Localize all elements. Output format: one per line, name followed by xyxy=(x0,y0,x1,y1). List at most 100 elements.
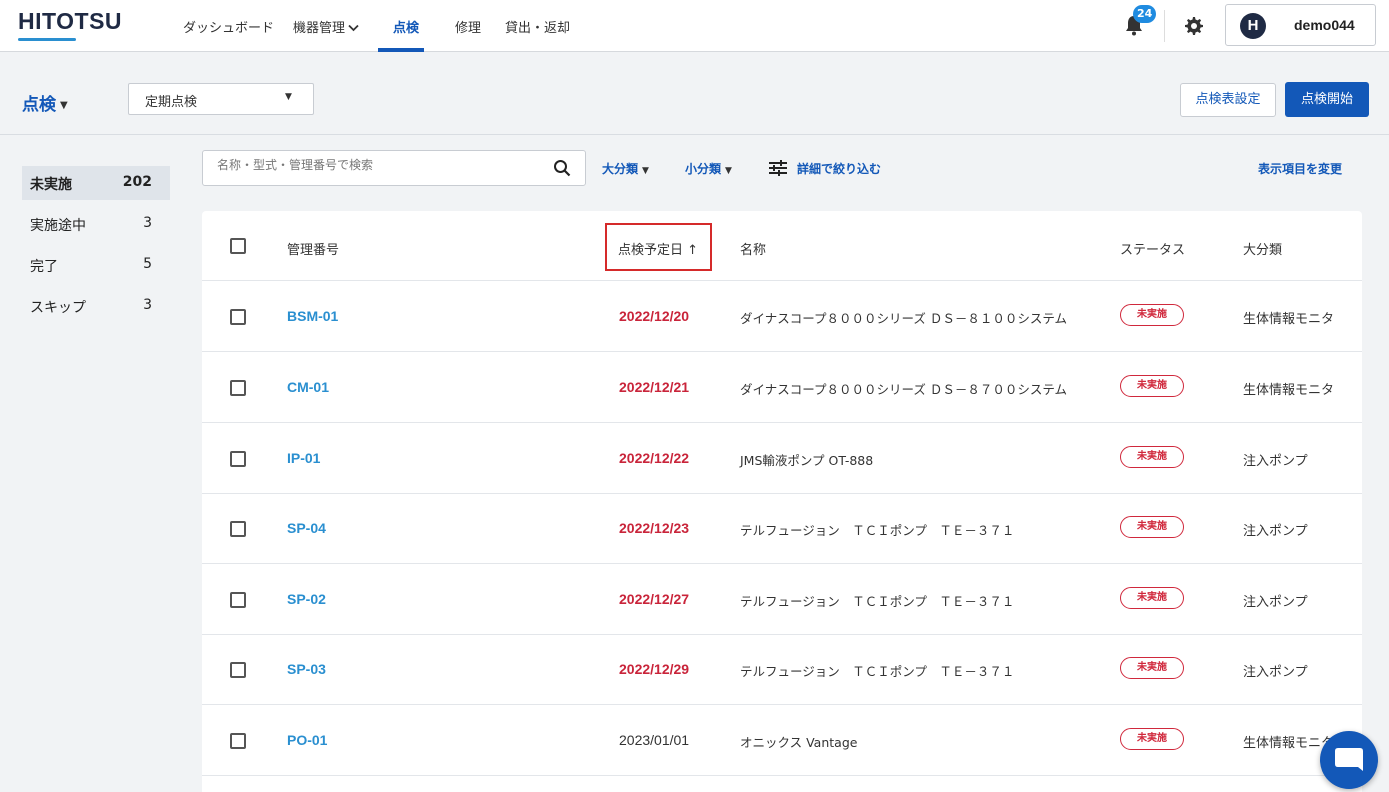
select-all-checkbox[interactable] xyxy=(230,238,246,254)
status-badge: 未実施 xyxy=(1120,728,1184,750)
sidebar-item-count: 3 xyxy=(143,297,152,313)
sidebar-item-completed[interactable]: 完了 5 xyxy=(22,248,170,282)
search-icon[interactable] xyxy=(553,159,571,177)
inspection-table: 管理番号 点検予定日 ↑ 名称 ステータス 大分類 BSM-01 2022/12… xyxy=(202,211,1362,792)
equipment-name: テルフュージョン ＴＣＩポンプ ＴＥ－３７１ xyxy=(740,594,1015,609)
scheduled-date: 2023/01/01 xyxy=(619,732,690,748)
sidebar-item-not-started[interactable]: 未実施 202 xyxy=(22,166,170,200)
sidebar-item-label: 完了 xyxy=(30,259,58,275)
table-row[interactable]: BSM-01 2022/12/20 ダイナスコープ８０００シリーズ ＤＳ－８１０… xyxy=(202,281,1362,352)
avatar: H xyxy=(1240,13,1266,39)
inspection-sheet-settings-button[interactable]: 点検表設定 xyxy=(1180,83,1276,117)
sort-arrow-icon: ↑ xyxy=(687,243,699,258)
scheduled-date: 2022/12/21 xyxy=(619,379,690,395)
category: 注入ポンプ xyxy=(1243,595,1308,610)
sidebar-item-skipped[interactable]: スキップ 3 xyxy=(22,289,170,323)
nav-equipment[interactable]: 機器管理 xyxy=(293,17,359,36)
row-checkbox[interactable] xyxy=(230,592,246,608)
sidebar-item-count: 202 xyxy=(122,174,152,190)
chevron-down-icon xyxy=(348,22,359,35)
mgmt-no-link[interactable]: PO-01 xyxy=(287,732,327,748)
mgmt-no-link[interactable]: SP-04 xyxy=(287,520,326,536)
chat-support-button[interactable] xyxy=(1320,731,1378,789)
chat-bubble-icon xyxy=(1335,748,1363,771)
row-checkbox[interactable] xyxy=(230,309,246,325)
row-checkbox[interactable] xyxy=(230,662,246,678)
row-checkbox[interactable] xyxy=(230,451,246,467)
gear-icon[interactable] xyxy=(1184,16,1204,36)
search-input[interactable] xyxy=(217,158,547,172)
table-row[interactable]: SP-04 2022/12/23 テルフュージョン ＴＣＩポンプ ＴＥ－３７１ … xyxy=(202,493,1362,564)
user-name: demo044 xyxy=(1294,17,1355,33)
status-badge: 未実施 xyxy=(1120,657,1184,679)
status-badge: 未実施 xyxy=(1120,446,1184,468)
major-category-filter[interactable]: 大分類 ▼ xyxy=(602,160,649,177)
caret-down-icon: ▼ xyxy=(285,92,292,102)
category: 注入ポンプ xyxy=(1243,524,1308,539)
sidebar-item-label: スキップ xyxy=(30,300,86,316)
caret-down-icon: ▼ xyxy=(60,100,68,111)
row-checkbox[interactable] xyxy=(230,733,246,749)
divider xyxy=(1164,10,1165,42)
category: 生体情報モニタ xyxy=(1243,312,1335,327)
tune-icon[interactable] xyxy=(768,160,788,176)
start-inspection-button[interactable]: 点検開始 xyxy=(1285,82,1369,117)
scheduled-date: 2022/12/20 xyxy=(619,308,690,324)
category: 生体情報モニタ xyxy=(1243,383,1335,398)
header-mgmt-no[interactable]: 管理番号 xyxy=(287,239,339,258)
equipment-name: ダイナスコープ８０００シリーズ ＤＳ－８１００システム xyxy=(740,311,1067,326)
header-name[interactable]: 名称 xyxy=(740,239,766,258)
mgmt-no-link[interactable]: BSM-01 xyxy=(287,308,338,324)
minor-category-label: 小分類 xyxy=(685,162,722,176)
detail-filter-button[interactable]: 詳細で絞り込む xyxy=(797,160,881,177)
top-nav-bar: HITOTSU ダッシュボード 機器管理 点検 修理 貸出・返却 24 H de… xyxy=(0,0,1389,52)
header-scheduled-date[interactable]: 点検予定日 ↑ xyxy=(618,239,698,258)
nav-equipment-label: 機器管理 xyxy=(293,21,346,36)
notification-badge: 24 xyxy=(1133,5,1157,23)
sidebar-item-label: 実施途中 xyxy=(30,218,86,234)
change-columns-link[interactable]: 表示項目を変更 xyxy=(1258,160,1342,177)
inspection-type-value: 定期点検 xyxy=(145,95,198,110)
nav-lending[interactable]: 貸出・返却 xyxy=(505,17,570,36)
minor-category-filter[interactable]: 小分類 ▼ xyxy=(685,160,732,177)
sidebar-item-count: 3 xyxy=(143,215,152,231)
category: 注入ポンプ xyxy=(1243,665,1308,680)
page-header: 点検 ▼ 定期点検 ▼ 点検表設定 点検開始 xyxy=(0,53,1389,135)
equipment-name: テルフュージョン ＴＣＩポンプ ＴＥ－３７１ xyxy=(740,523,1015,538)
header-category[interactable]: 大分類 xyxy=(1243,239,1282,258)
nav-repair[interactable]: 修理 xyxy=(455,17,481,36)
mgmt-no-link[interactable]: SP-03 xyxy=(287,661,326,677)
mgmt-no-link[interactable]: IP-01 xyxy=(287,450,320,466)
logo[interactable]: HITOTSU xyxy=(18,8,122,35)
scheduled-date: 2022/12/29 xyxy=(619,661,690,677)
row-checkbox[interactable] xyxy=(230,380,246,396)
table-row[interactable]: SP-03 2022/12/29 テルフュージョン ＴＣＩポンプ ＴＥ－３７１ … xyxy=(202,634,1362,705)
equipment-name: テルフュージョン ＴＣＩポンプ ＴＥ－３７１ xyxy=(740,664,1015,679)
category: 注入ポンプ xyxy=(1243,454,1308,469)
status-badge: 未実施 xyxy=(1120,375,1184,397)
mgmt-no-link[interactable]: SP-02 xyxy=(287,591,326,607)
sidebar-item-in-progress[interactable]: 実施途中 3 xyxy=(22,207,170,241)
table-row[interactable]: IP-01 2022/12/22 JMS輸液ポンプ OT-888 未実施 注入ポ… xyxy=(202,423,1362,494)
header-status[interactable]: ステータス xyxy=(1120,239,1185,258)
caret-down-icon: ▼ xyxy=(725,166,732,176)
nav-inspection[interactable]: 点検 xyxy=(393,17,419,36)
inspection-type-select[interactable]: 定期点検 ▼ xyxy=(128,83,314,115)
search-box xyxy=(202,150,586,186)
equipment-name: オニックス Vantage xyxy=(740,735,858,750)
table-row[interactable]: PO-01 2023/01/01 オニックス Vantage 未実施 生体情報モ… xyxy=(202,705,1362,776)
page-title-label: 点検 xyxy=(22,95,56,115)
row-checkbox[interactable] xyxy=(230,521,246,537)
scheduled-date: 2022/12/27 xyxy=(619,591,690,607)
status-badge: 未実施 xyxy=(1120,304,1184,326)
table-row[interactable]: CM-01 2022/12/21 ダイナスコープ８０００シリーズ ＤＳ－８７００… xyxy=(202,352,1362,423)
table-row[interactable]: SP-02 2022/12/27 テルフュージョン ＴＣＩポンプ ＴＥ－３７１ … xyxy=(202,564,1362,635)
equipment-name: JMS輸液ポンプ OT-888 xyxy=(740,453,874,468)
nav-dashboard[interactable]: ダッシュボード xyxy=(183,17,274,36)
status-badge: 未実施 xyxy=(1120,587,1184,609)
page-title[interactable]: 点検 ▼ xyxy=(22,90,68,115)
sidebar-item-count: 5 xyxy=(143,256,152,272)
header-scheduled-date-label: 点検予定日 xyxy=(618,243,684,258)
mgmt-no-link[interactable]: CM-01 xyxy=(287,379,329,395)
user-menu[interactable]: H demo044 xyxy=(1225,4,1376,46)
